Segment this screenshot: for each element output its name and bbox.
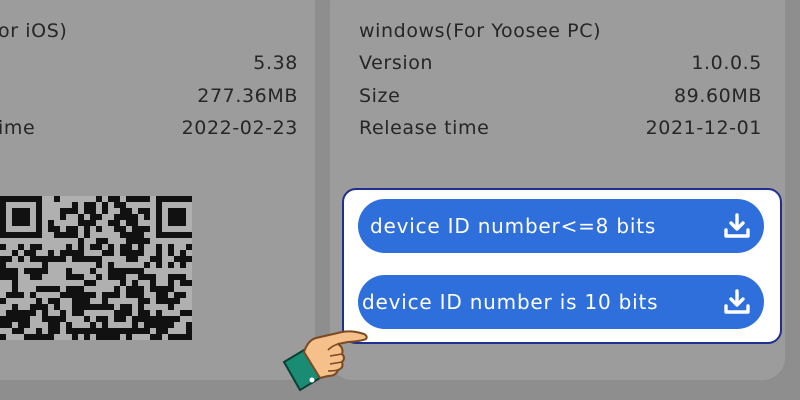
ios-version-value: 5.38 <box>253 52 298 74</box>
windows-size-label: Size <box>359 85 401 107</box>
download-icon <box>724 213 750 238</box>
windows-size-value: 89.60MB <box>673 85 762 107</box>
download-icon <box>724 289 750 314</box>
ios-release-label: ime <box>0 117 36 139</box>
qr-code-icon[interactable] <box>0 196 192 340</box>
ios-card-title: or iOS) <box>0 20 68 42</box>
windows-version-value: 1.0.0.5 <box>691 52 762 74</box>
windows-release-label: Release time <box>359 117 490 139</box>
download-8bit-label: device ID number<=8 bits <box>370 214 657 238</box>
download-options-panel: device ID number<=8 bits device ID numbe… <box>342 188 782 344</box>
windows-version-label: Version <box>359 52 434 74</box>
ios-size-value: 277.36MB <box>197 85 298 107</box>
download-8bit-button[interactable]: device ID number<=8 bits <box>358 199 764 253</box>
ios-release-value: 2022-02-23 <box>181 117 298 139</box>
pointing-hand-icon <box>282 330 368 392</box>
windows-card-title: windows(For Yoosee PC) <box>359 20 602 42</box>
windows-release-value: 2021-12-01 <box>645 117 762 139</box>
download-10bit-label: device ID number is 10 bits <box>362 290 659 314</box>
download-10bit-button[interactable]: device ID number is 10 bits <box>358 275 764 329</box>
